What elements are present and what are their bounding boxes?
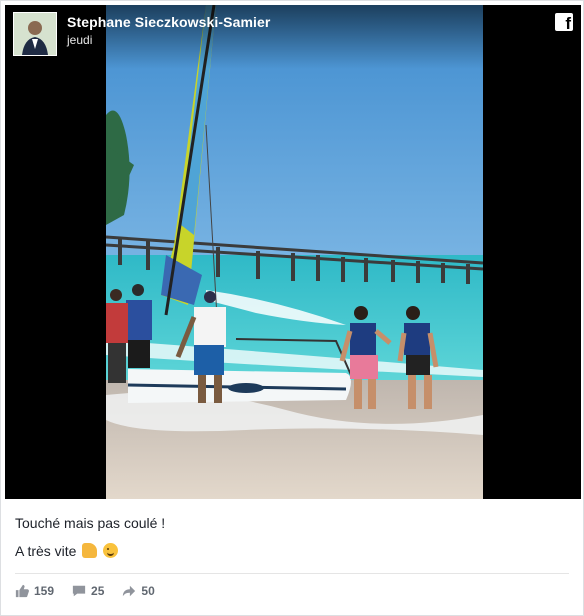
- post-text-line-1: Touché mais pas coulé !: [15, 515, 166, 531]
- avatar[interactable]: [13, 12, 57, 56]
- engagement-stats: 159 25 50: [15, 584, 173, 598]
- post-text-line-2: A très vite: [15, 543, 77, 559]
- post-header: Stephane Sieczkowski-Samier jeudi f: [5, 5, 581, 69]
- share-icon: [123, 585, 136, 597]
- likes-count: 159: [34, 584, 55, 598]
- divider: [15, 573, 569, 574]
- shares-count: 50: [141, 584, 155, 598]
- thumbs-up-icon: [82, 543, 98, 558]
- post-date[interactable]: jeudi: [67, 33, 92, 47]
- shares-stat[interactable]: 50: [122, 584, 155, 598]
- comment-icon: [72, 585, 86, 597]
- beach-photo[interactable]: [106, 5, 483, 499]
- likes-stat[interactable]: 159: [15, 584, 54, 598]
- comments-count: 25: [91, 584, 105, 598]
- winking-face-icon: [103, 543, 119, 558]
- comments-stat[interactable]: 25: [72, 584, 104, 598]
- like-icon: [15, 584, 29, 598]
- post-text: Touché mais pas coulé ! A très vite: [15, 515, 165, 559]
- facebook-post-card: Stephane Sieczkowski-Samier jeudi f Touc…: [0, 0, 584, 616]
- post-text-line-2-row: A très vite: [15, 543, 165, 559]
- facebook-icon[interactable]: f: [555, 13, 573, 31]
- author-name[interactable]: Stephane Sieczkowski-Samier: [67, 14, 270, 30]
- post-media[interactable]: Stephane Sieczkowski-Samier jeudi f: [5, 5, 581, 499]
